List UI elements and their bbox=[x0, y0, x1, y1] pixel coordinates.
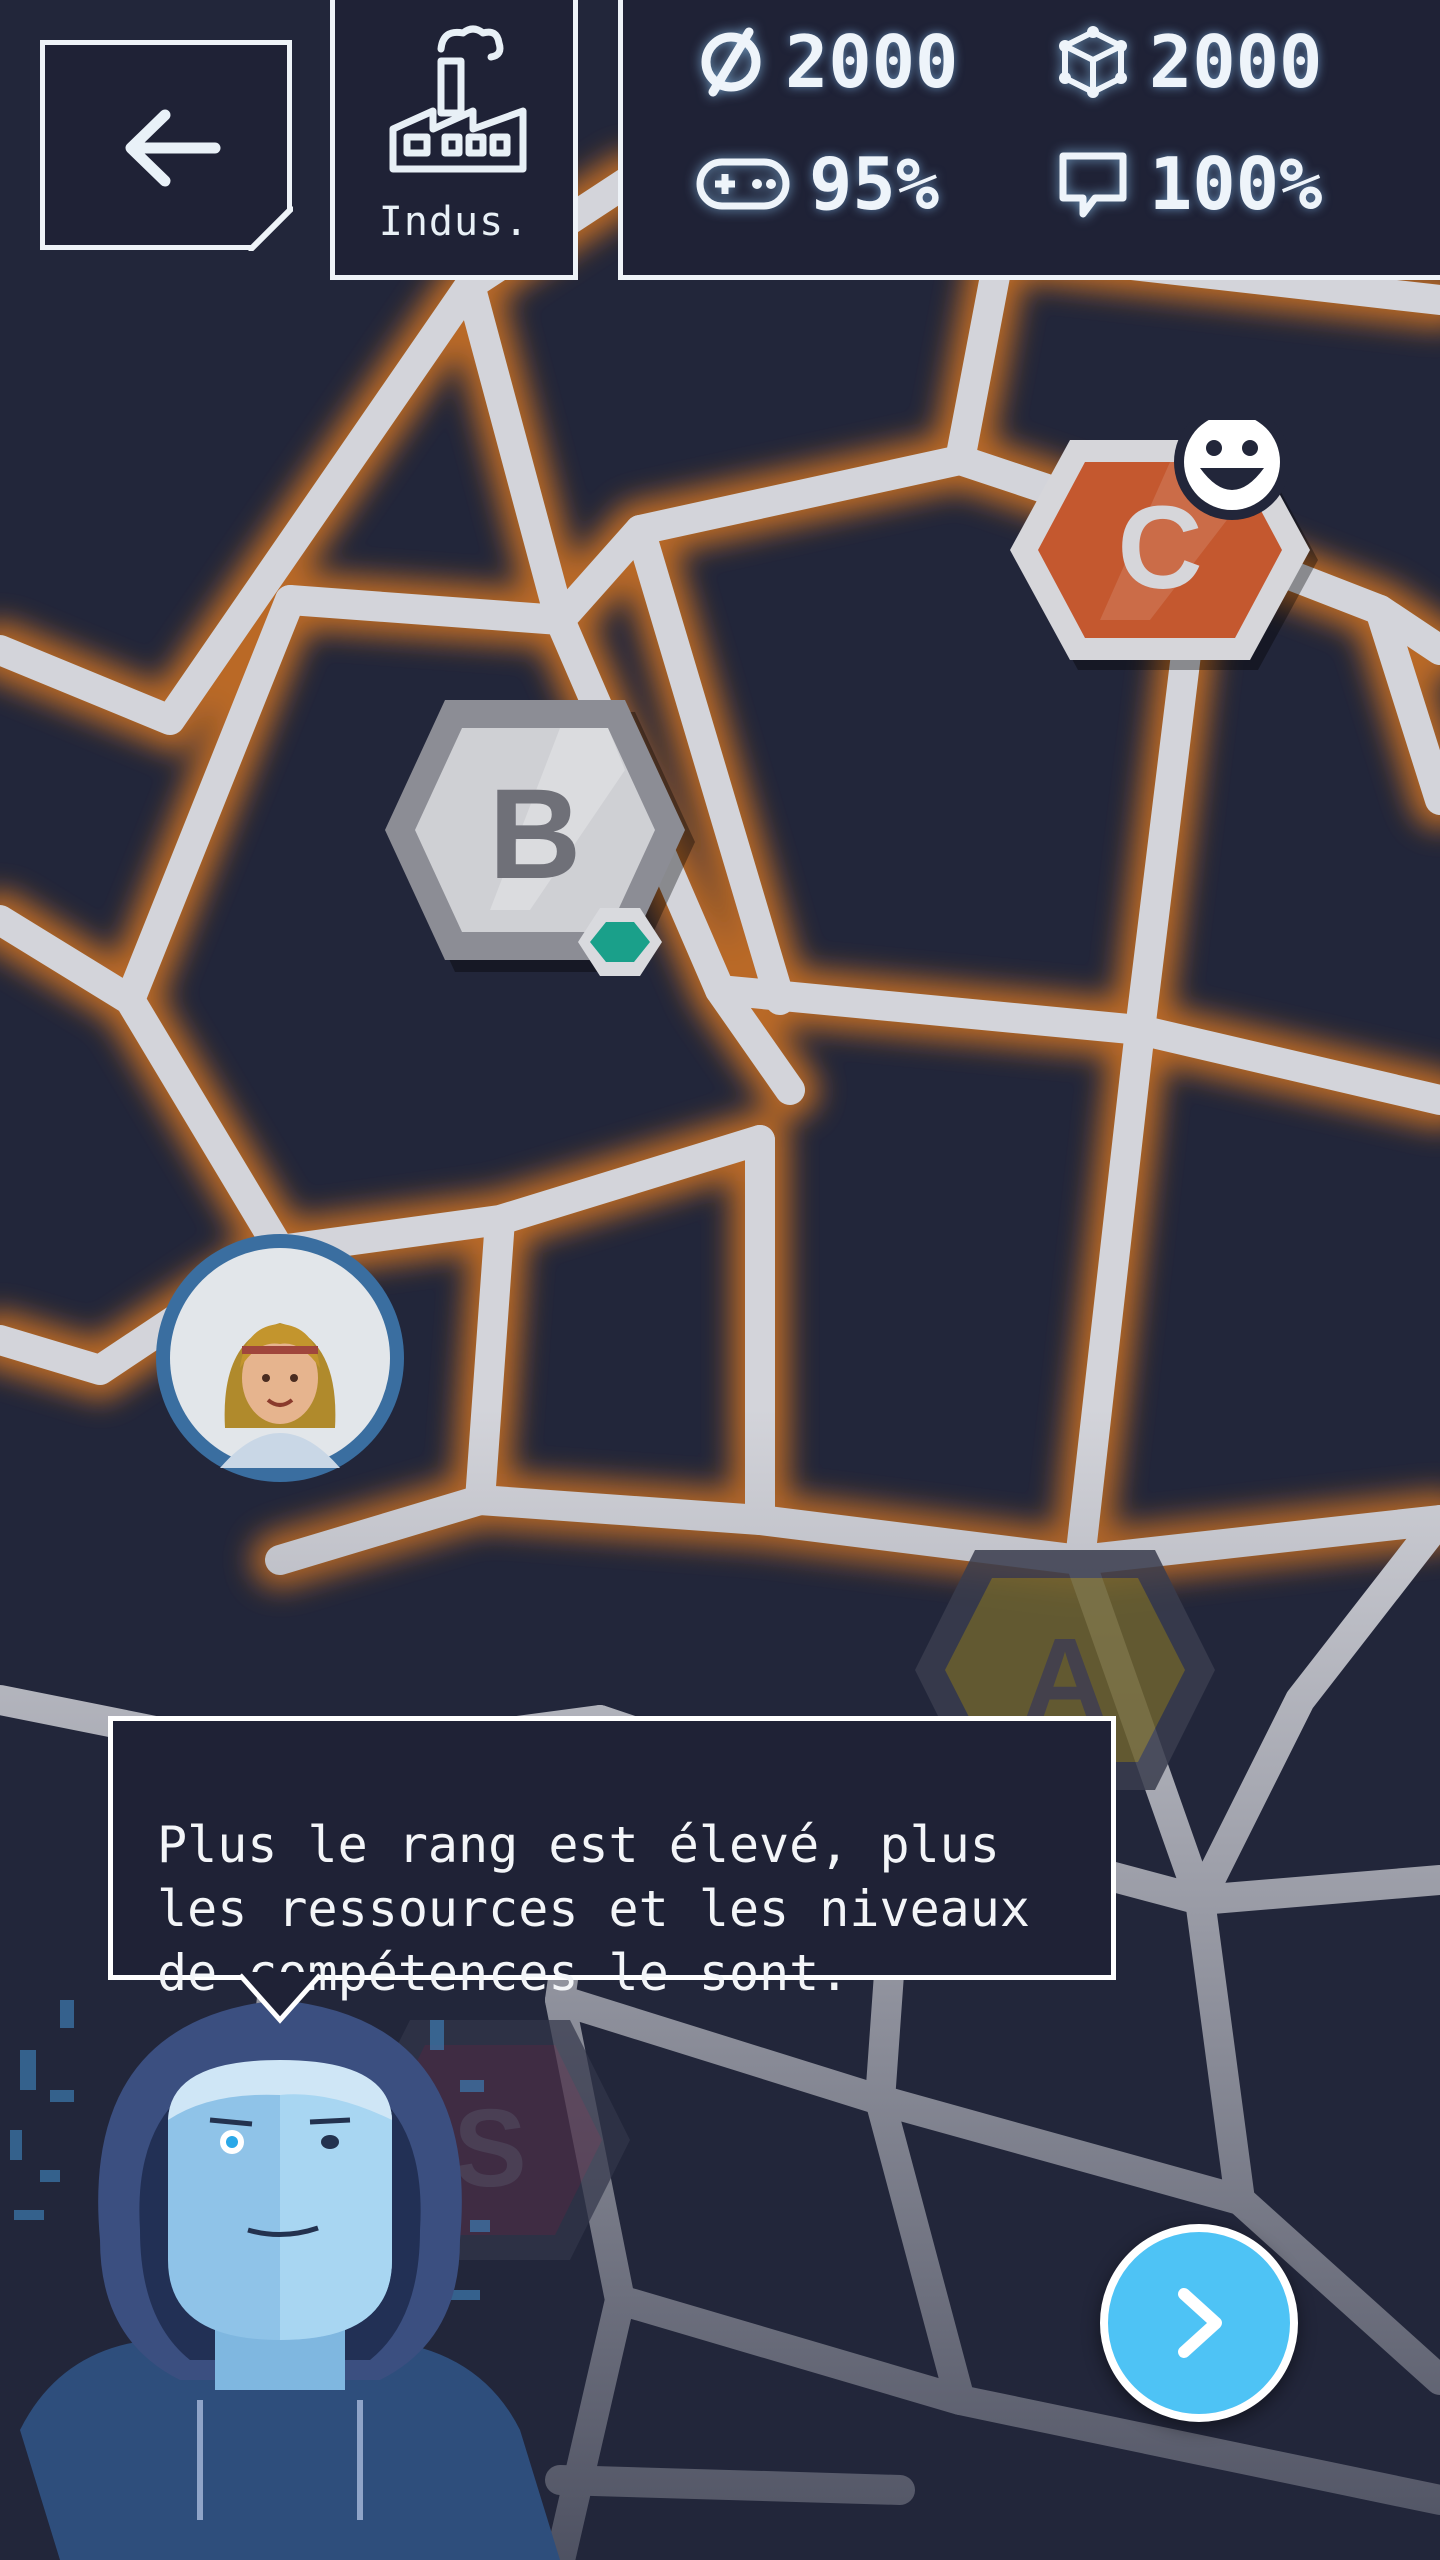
stat-fun: 95% bbox=[695, 142, 939, 226]
currency-icon bbox=[701, 27, 761, 97]
map-node-b[interactable]: B bbox=[370, 690, 700, 1000]
resources-value: 2000 bbox=[1149, 20, 1323, 104]
tutorial-dialog: Plus le rang est élevé, plus les ressour… bbox=[108, 1716, 1116, 2002]
corner-cut bbox=[247, 205, 293, 251]
cube-icon bbox=[1059, 26, 1127, 98]
next-button[interactable] bbox=[1100, 2224, 1298, 2422]
stat-currency: 2000 bbox=[695, 20, 958, 104]
dialog-tail bbox=[240, 1972, 320, 2024]
category-panel[interactable]: Indus. bbox=[330, 0, 578, 280]
map-node-c[interactable]: C bbox=[1000, 420, 1320, 720]
avatar-woman[interactable] bbox=[150, 1228, 410, 1488]
fun-value: 95% bbox=[809, 142, 940, 226]
stats-panel: 2000 2000 95% 100% bbox=[618, 0, 1440, 280]
gamepad-icon bbox=[696, 158, 790, 210]
stat-communication: 100% bbox=[1055, 142, 1322, 226]
currency-value: 2000 bbox=[785, 20, 959, 104]
factory-icon bbox=[389, 25, 527, 173]
chevron-right-icon bbox=[1178, 2288, 1222, 2358]
node-b-label: B bbox=[489, 763, 581, 906]
communication-value: 100% bbox=[1149, 142, 1323, 226]
category-label: Indus. bbox=[378, 199, 530, 245]
arrow-left-icon bbox=[125, 109, 221, 187]
chat-bubble-icon bbox=[1059, 152, 1127, 218]
stat-resources: 2000 bbox=[1055, 20, 1322, 104]
back-button[interactable] bbox=[40, 40, 293, 251]
